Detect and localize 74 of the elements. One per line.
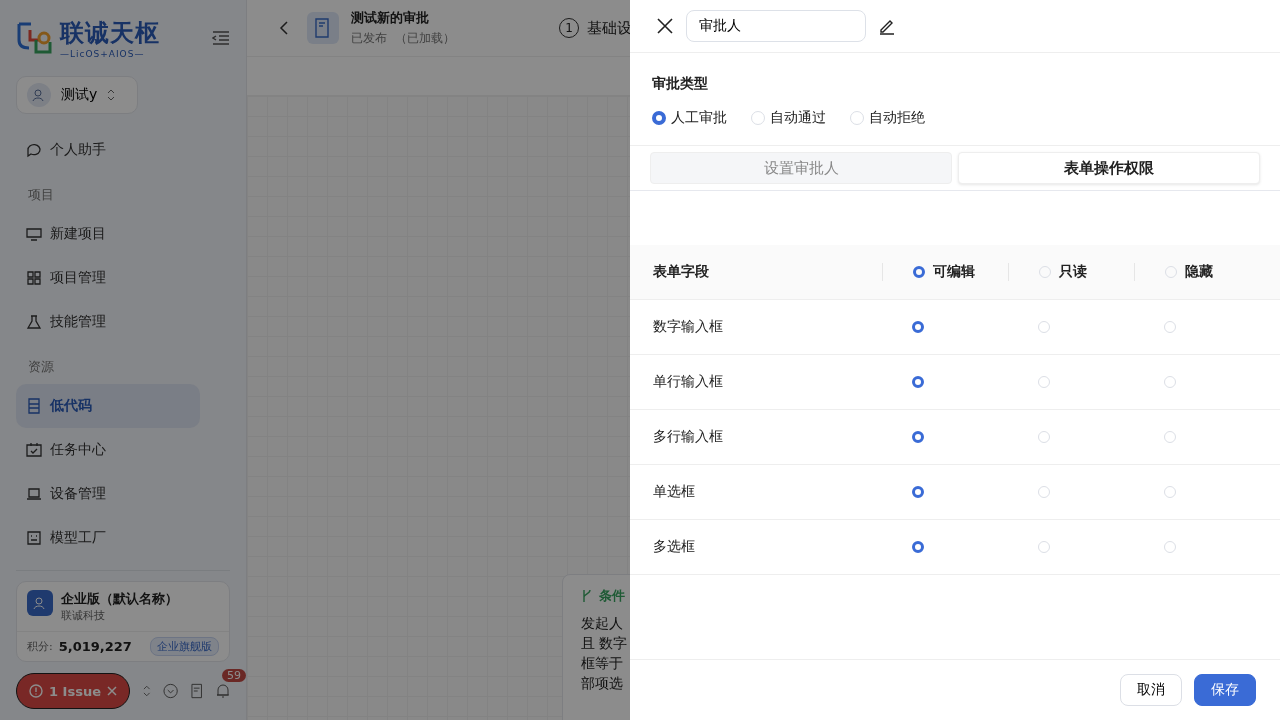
workspace-switcher[interactable]: 测试y [16, 76, 138, 114]
load-status: （已加载） [395, 30, 455, 47]
permission-radio[interactable] [912, 376, 924, 388]
permission-radio[interactable] [912, 321, 924, 333]
condition-text: 部项选 [581, 675, 624, 693]
branch-icon [581, 589, 593, 603]
publish-status: 已发布 [351, 30, 387, 47]
brand-tagline: —LicOS+AIOS— [60, 49, 146, 59]
sort-icon[interactable] [141, 683, 152, 699]
nav-item[interactable]: 设备管理 [16, 472, 200, 516]
calendar-icon [26, 442, 42, 458]
approval-type-radio[interactable]: 自动拒绝 [850, 109, 925, 127]
laptop-icon [26, 486, 42, 502]
nav-section-label: 项目 [27, 186, 55, 204]
cancel-button[interactable]: 取消 [1120, 674, 1182, 706]
notification-count: 59 [222, 669, 246, 682]
form-icon [307, 12, 339, 44]
nav-item[interactable]: 任务中心 [16, 428, 200, 472]
company-name: 联诚科技 [61, 608, 106, 623]
condition-text: 框等于 [581, 655, 624, 673]
condition-text: 且 数字 [581, 635, 629, 653]
issue-button[interactable]: 1 Issue [16, 673, 130, 709]
nav-section-label: 资源 [27, 358, 55, 376]
table-cell-text: 单选框 [652, 483, 696, 501]
permission-column-radio[interactable]: 隐藏 [1134, 263, 1260, 281]
condition-title: 条件 [599, 587, 625, 605]
tab[interactable]: 表单操作权限 [958, 152, 1260, 184]
step-tab[interactable]: 1 基础设 [559, 18, 632, 38]
approval-type-radio[interactable]: 人工审批 [652, 109, 727, 127]
bell-icon[interactable] [216, 683, 230, 699]
chevron-down-icon[interactable] [163, 683, 179, 699]
sort-icon [107, 89, 116, 101]
document-icon [26, 398, 42, 414]
table-cell-text: 数字输入框 [652, 318, 724, 336]
section-title: 审批类型 [652, 75, 709, 93]
condition-text: 发起人 [581, 615, 624, 633]
monitor-icon [26, 226, 42, 242]
nav-item[interactable]: 项目管理 [16, 256, 200, 300]
table-cell-text: 多选框 [652, 538, 696, 556]
enterprise-avatar-icon [27, 590, 53, 616]
permission-column-radio[interactable]: 只读 [1008, 263, 1134, 281]
nav-item[interactable]: 新建项目 [16, 212, 200, 256]
close-icon[interactable] [656, 17, 674, 35]
node-name-field[interactable]: 审批人 [686, 10, 866, 42]
save-button[interactable]: 保存 [1194, 674, 1256, 706]
brand-name: 联诚天枢 [60, 18, 160, 49]
tab[interactable]: 设置审批人 [650, 152, 952, 184]
document-icon[interactable] [190, 683, 204, 699]
table-cell-text: 单行输入框 [652, 373, 724, 391]
grid-icon [26, 270, 42, 286]
permission-radio[interactable] [912, 431, 924, 443]
permission-radio[interactable] [912, 486, 924, 498]
back-icon[interactable] [279, 20, 289, 36]
chat-bubble-icon [26, 142, 42, 158]
permission-column-radio[interactable]: 可编辑 [882, 263, 1008, 281]
nav-item[interactable]: 个人助手 [16, 128, 200, 172]
permission-radio[interactable] [912, 541, 924, 553]
alert-icon [29, 684, 43, 698]
points-label: 积分: [27, 639, 53, 654]
nav-item[interactable]: 技能管理 [16, 300, 200, 344]
column-header: 表单字段 [652, 263, 710, 281]
enterprise-name: 企业版（默认名称） [61, 590, 178, 608]
table-cell-text: 多行输入框 [652, 428, 724, 446]
user-avatar-icon [27, 83, 51, 107]
approval-title: 测试新的审批 [351, 9, 430, 27]
nav-item[interactable]: 低代码 [16, 384, 200, 428]
logo-icon [16, 20, 54, 56]
collapse-menu-icon[interactable] [212, 30, 230, 46]
nav-item[interactable]: 模型工厂 [16, 516, 200, 560]
box-icon [26, 530, 42, 546]
flask-icon [26, 314, 42, 330]
approval-type-radio[interactable]: 自动通过 [751, 109, 826, 127]
points-value: 5,019,227 [58, 639, 132, 654]
plan-tag: 企业旗舰版 [150, 637, 219, 656]
